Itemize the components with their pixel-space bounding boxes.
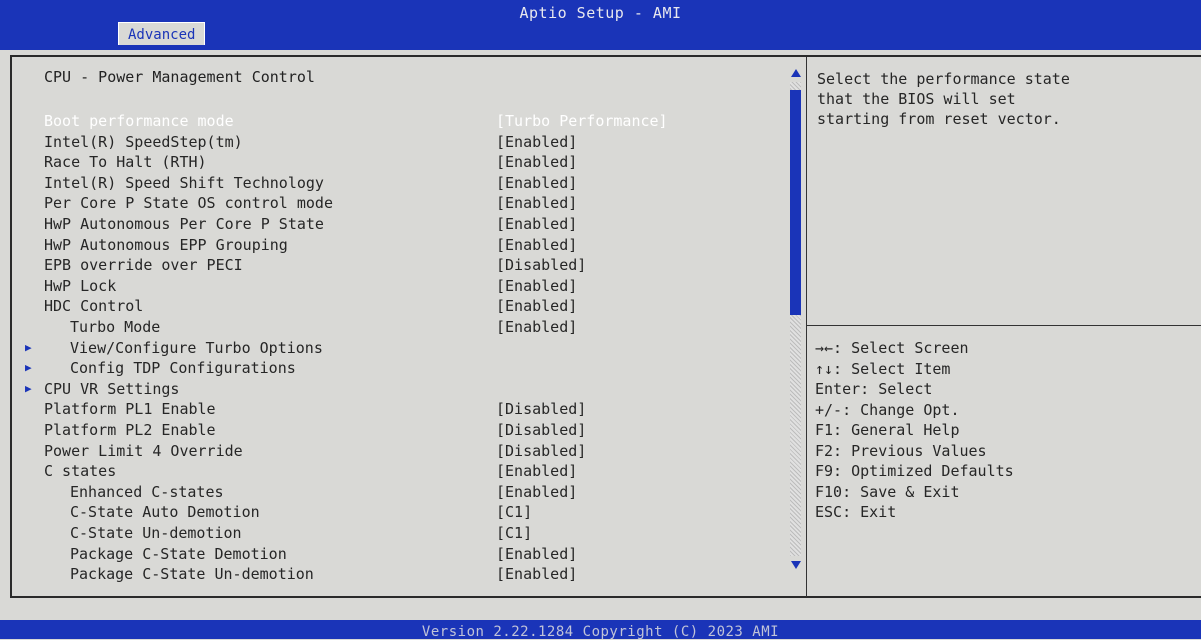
setting-label: C-State Un-demotion xyxy=(70,524,242,542)
key-exit: ESC: Exit xyxy=(815,503,897,521)
footer-version: Version 2.22.1284 Copyright (C) 2023 AMI xyxy=(421,624,780,640)
setting-row[interactable]: Turbo Mode [Enabled] xyxy=(0,317,790,337)
setting-row[interactable]: Race To Halt (RTH) [Enabled] xyxy=(0,152,790,172)
setting-row[interactable]: Power Limit 4 Override [Disabled] xyxy=(0,441,790,461)
setting-row[interactable]: Package C-State Un-demotion [Enabled] xyxy=(0,564,790,584)
setting-label: Intel(R) SpeedStep(tm) xyxy=(44,132,243,151)
setting-value[interactable]: [Enabled] xyxy=(496,132,577,152)
setting-row[interactable]: EPB override over PECI [Disabled] xyxy=(0,255,790,275)
setting-label: Intel(R) Speed Shift Technology xyxy=(44,173,324,192)
setting-label: Race To Halt (RTH) xyxy=(44,153,207,172)
help-divider xyxy=(806,325,1201,326)
setting-row[interactable]: HwP Autonomous Per Core P State [Enabled] xyxy=(0,214,790,234)
key-optimized-defaults: F9: Optimized Defaults xyxy=(815,462,1014,480)
setting-value[interactable]: [Enabled] xyxy=(496,276,577,296)
setting-value[interactable]: [Enabled] xyxy=(496,544,577,564)
setting-row[interactable]: ▶ View/Configure Turbo Options xyxy=(0,338,790,358)
setting-label: HwP Lock xyxy=(44,276,117,295)
submenu-arrow-icon: ▶ xyxy=(25,361,32,375)
setting-label: Config TDP Configurations xyxy=(70,359,296,378)
setting-label: Platform PL1 Enable xyxy=(44,400,216,419)
setting-label: EPB override over PECI xyxy=(44,256,243,275)
setting-label: Platform PL2 Enable xyxy=(44,421,216,439)
key-enter: Enter: Select xyxy=(815,380,933,398)
setting-row[interactable]: Per Core P State OS control mode [Enabled… xyxy=(0,193,790,213)
panel-divider xyxy=(806,57,807,597)
setting-value[interactable]: [Enabled] xyxy=(496,317,577,337)
setting-row[interactable]: HwP Autonomous EPP Grouping [Enabled] xyxy=(0,235,790,255)
setting-value[interactable]: [Disabled] xyxy=(496,399,586,419)
submenu-arrow-icon: ▶ xyxy=(25,381,32,395)
setting-label: Power Limit 4 Override xyxy=(44,441,243,460)
setting-row[interactable]: ▶ Config TDP Configurations xyxy=(0,358,790,378)
key-legend: →←: Select Screen ↑↓: Select Item Enter:… xyxy=(815,338,1014,523)
setting-value[interactable]: [Enabled] xyxy=(496,193,577,213)
setting-row[interactable]: Intel(R) SpeedStep(tm) [Enabled] xyxy=(0,132,790,152)
setting-row[interactable]: Boot performance mode [Turbo Performance] xyxy=(0,111,790,131)
setting-value[interactable]: [Disabled] xyxy=(496,255,586,275)
scroll-up-arrow-icon[interactable] xyxy=(789,66,803,80)
key-select-item: ↑↓: Select Item xyxy=(815,359,951,378)
setting-value[interactable]: [Enabled] xyxy=(496,152,577,172)
tab-advanced[interactable]: Advanced xyxy=(118,22,206,45)
setting-label: Package C-State Demotion xyxy=(70,544,287,563)
setting-label: Turbo Mode xyxy=(70,318,161,336)
scroll-down-arrow-icon[interactable] xyxy=(789,558,803,572)
app-title: Aptio Setup - AMI xyxy=(519,4,682,22)
setting-row[interactable]: HwP Lock [Enabled] xyxy=(0,276,790,296)
setting-value[interactable]: [Enabled] xyxy=(496,173,577,193)
key-select-screen: →←: Select Screen xyxy=(815,339,969,357)
setting-row[interactable]: Intel(R) Speed Shift Technology [Enabled] xyxy=(0,173,790,193)
setting-value[interactable]: [Disabled] xyxy=(496,441,586,461)
setting-label: C states xyxy=(44,462,117,481)
scrollbar-thumb[interactable] xyxy=(790,90,801,315)
setting-row[interactable]: HDC Control [Enabled] xyxy=(0,296,790,316)
setting-label: Package C-State Un-demotion xyxy=(70,565,314,584)
setting-value[interactable]: [Enabled] xyxy=(496,461,577,481)
setting-row[interactable]: C-State Auto Demotion [C1] xyxy=(0,502,790,522)
setting-row[interactable]: Platform PL1 Enable [Disabled] xyxy=(0,399,790,419)
setting-row[interactable]: Package C-State Demotion [Enabled] xyxy=(0,544,790,564)
setting-label: HwP Autonomous EPP Grouping xyxy=(44,235,288,254)
setting-value[interactable]: [Turbo Performance] xyxy=(496,111,668,131)
setting-label: View/Configure Turbo Options xyxy=(70,338,323,357)
setting-label: CPU VR Settings xyxy=(44,379,180,398)
setting-row[interactable]: Enhanced C-states [Enabled] xyxy=(0,482,790,502)
setting-value[interactable]: [Disabled] xyxy=(496,420,586,440)
setting-value[interactable]: [Enabled] xyxy=(496,214,577,234)
section-title: CPU - Power Management Control xyxy=(44,68,315,86)
key-previous-values: F2: Previous Values xyxy=(815,441,987,460)
setting-value[interactable]: [C1] xyxy=(496,502,532,522)
setting-label: HDC Control xyxy=(44,297,144,316)
key-general-help: F1: General Help xyxy=(815,421,960,439)
setting-value[interactable]: [Enabled] xyxy=(496,296,577,316)
setting-label: C-State Auto Demotion xyxy=(70,503,260,522)
setting-row[interactable]: C-State Un-demotion [C1] xyxy=(0,523,790,543)
key-save-exit: F10: Save & Exit xyxy=(815,482,960,501)
setting-value[interactable]: [Enabled] xyxy=(496,235,577,255)
submenu-arrow-icon: ▶ xyxy=(25,340,32,354)
setting-row[interactable]: C states [Enabled] xyxy=(0,461,790,481)
setting-label: Boot performance mode xyxy=(44,112,234,130)
help-text: Select the performance state that the BI… xyxy=(817,70,1070,128)
setting-label: Per Core P State OS control mode xyxy=(44,194,333,213)
key-change-opt: +/-: Change Opt. xyxy=(815,400,960,419)
setting-label: Enhanced C-states xyxy=(70,482,224,501)
setting-value[interactable]: [Enabled] xyxy=(496,564,577,584)
setting-label: HwP Autonomous Per Core P State xyxy=(44,215,324,233)
setting-value[interactable]: [C1] xyxy=(496,523,532,543)
setting-row[interactable]: ▶ CPU VR Settings xyxy=(0,379,790,399)
setting-row[interactable]: Platform PL2 Enable [Disabled] xyxy=(0,420,790,440)
setting-value[interactable]: [Enabled] xyxy=(496,482,577,502)
